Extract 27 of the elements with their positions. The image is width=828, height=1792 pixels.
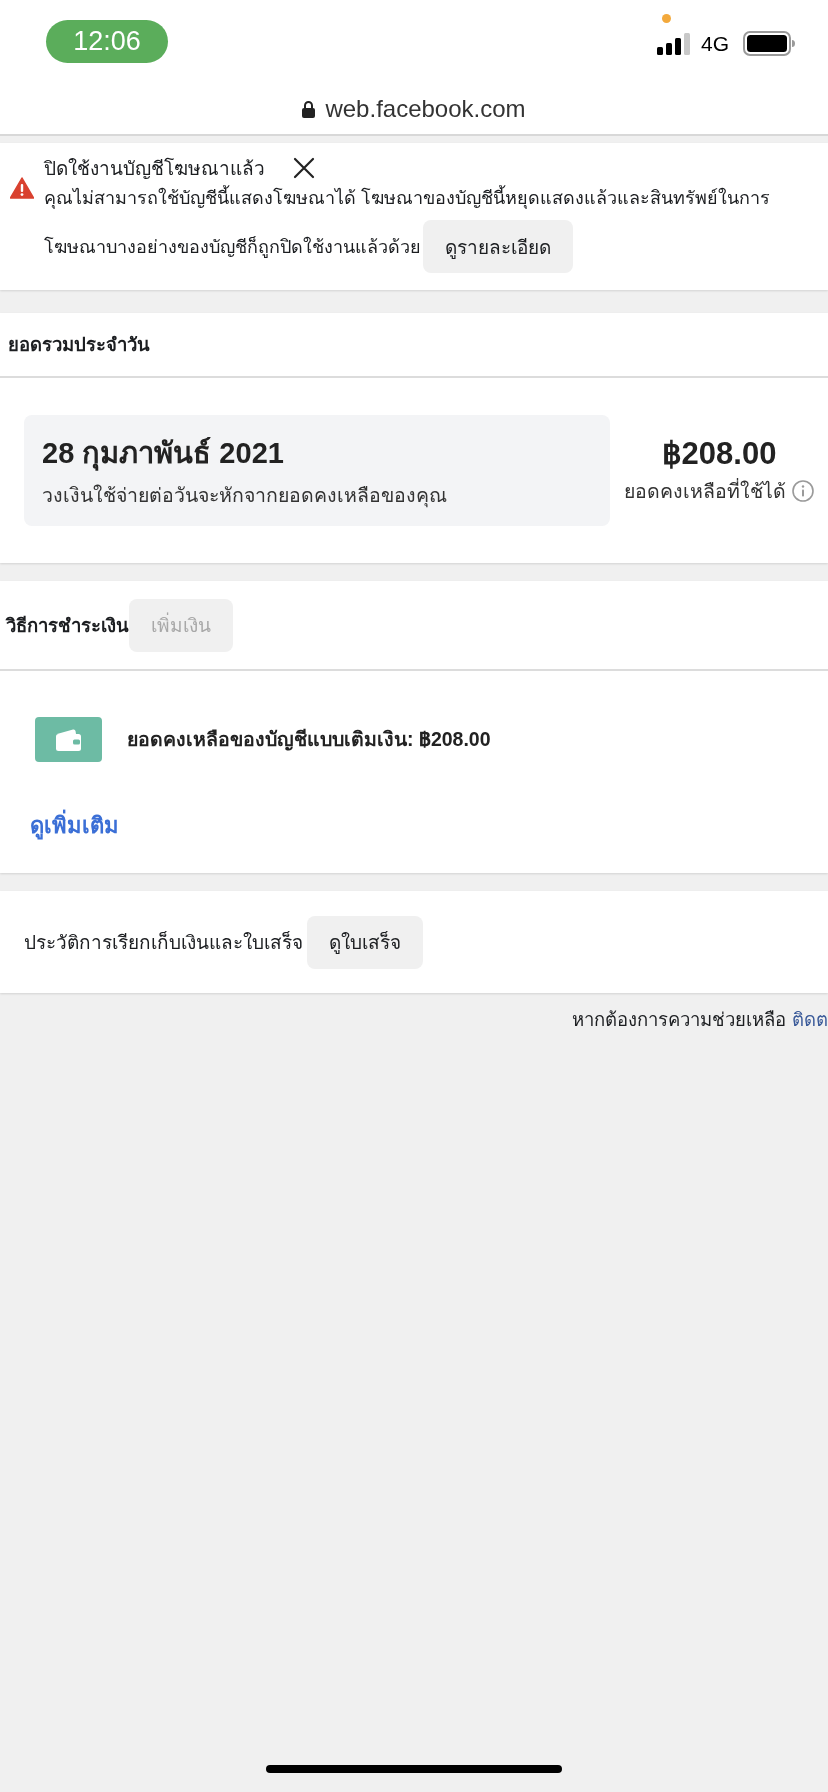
alert-message: คุณไม่สามารถใช้บัญชีนี้แสดงโฆษณาได้ โฆษณาของบัญชีนี้หยุดแสดงแล้วและสินทรัพย์ในการ [44, 183, 770, 212]
info-icon[interactable] [792, 480, 814, 502]
date-heading: 28 กุมภาพันธ์ 2021 [42, 436, 285, 473]
section-title: ยอดรวมประจำวัน [8, 333, 150, 357]
indicator-dot-icon [662, 14, 671, 23]
status-time: 12:06 [46, 20, 168, 63]
billing-title: ประวัติการเรียกเก็บเงินและใบเสร็จ [24, 930, 303, 955]
alert-message: โฆษณาบางอย่างของบัญชีก็ถูกปิดใช้งานแล้วด้วย [44, 235, 421, 260]
contact-link[interactable]: ติดต [792, 1005, 828, 1034]
help-text: หากต้องการความช่วยเหลือ [572, 1008, 786, 1032]
signal-icon [657, 32, 693, 55]
battery-icon [743, 31, 795, 56]
wallet-icon [35, 717, 102, 762]
section-title: วิธีการชำระเงิน [6, 613, 129, 638]
date-note: วงเงินใช้จ่ายต่อวันจะหักจากยอดคงเหลือของคุณ [42, 483, 448, 510]
network-label: 4G [701, 31, 729, 56]
see-more-link[interactable]: ดูเพิ่มเติม [30, 808, 119, 843]
close-icon[interactable] [293, 157, 315, 179]
view-receipts-button[interactable]: ดูใบเสร็จ [307, 915, 423, 969]
alert-title: ปิดใช้งานบัญชีโฆษณาแล้ว [44, 156, 265, 181]
address-url[interactable]: web.facebook.com [325, 95, 526, 123]
details-button[interactable]: ดูรายละเอียด [423, 220, 573, 273]
balance-label: ยอดคงเหลือที่ใช้ได้ [624, 477, 786, 504]
prepaid-balance: ยอดคงเหลือของบัญชีแบบเติมเงิน: ฿208.00 [127, 727, 491, 753]
balance-amount: ฿208.00 [661, 434, 777, 472]
warning-icon [10, 177, 34, 199]
lock-icon [302, 100, 316, 118]
